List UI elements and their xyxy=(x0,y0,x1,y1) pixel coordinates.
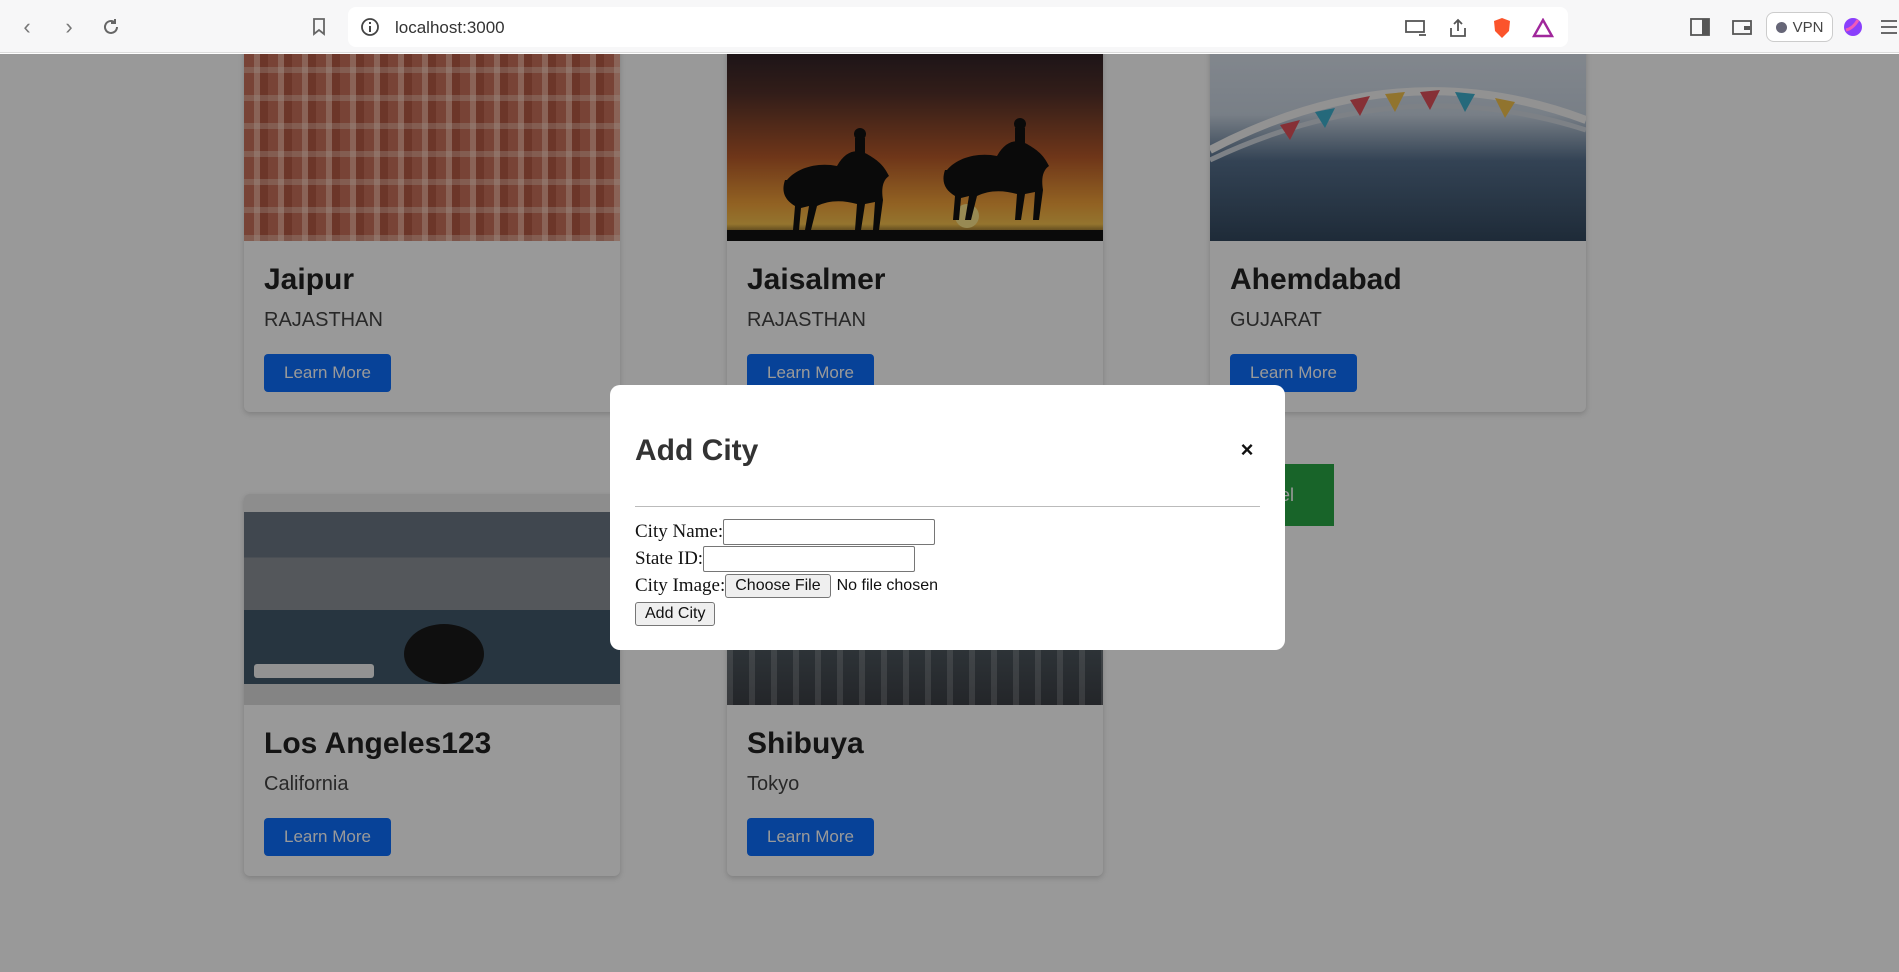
modal-title: Add City xyxy=(635,434,759,467)
bookmark-icon[interactable] xyxy=(304,12,334,42)
file-status: No file chosen xyxy=(836,576,938,594)
add-city-form: City Name: State ID: City Image: Choose … xyxy=(635,518,938,626)
add-city-modal: Add City × City Name: State ID: City Ima… xyxy=(610,385,1285,650)
url-text: localhost:3000 xyxy=(395,18,505,37)
vpn-label: VPN xyxy=(1792,18,1824,36)
share-icon[interactable] xyxy=(1445,15,1471,41)
wallet-icon[interactable] xyxy=(1727,12,1757,42)
site-info-icon[interactable] xyxy=(360,17,380,37)
reload-icon[interactable] xyxy=(96,12,126,42)
choose-file-button[interactable]: Choose File xyxy=(725,573,831,598)
leo-ai-icon[interactable] xyxy=(1838,12,1868,42)
vpn-button[interactable]: VPN xyxy=(1766,12,1833,42)
address-bar[interactable]: localhost:3000 xyxy=(348,7,1568,47)
forward-icon[interactable]: › xyxy=(54,12,84,42)
city-image-label: City Image: xyxy=(635,574,726,596)
brave-rewards-icon[interactable] xyxy=(1530,15,1556,41)
add-city-submit-button[interactable]: Add City xyxy=(635,601,716,626)
close-icon[interactable]: × xyxy=(1234,437,1260,463)
state-id-input[interactable] xyxy=(703,545,916,572)
browser-toolbar: ‹ › localhost:3000 VPN xyxy=(0,0,1899,53)
state-id-label: State ID: xyxy=(635,547,704,569)
modal-divider xyxy=(635,506,1260,507)
vpn-status-icon xyxy=(1775,21,1787,33)
cast-icon[interactable] xyxy=(1403,15,1429,41)
sidebar-icon[interactable] xyxy=(1685,12,1715,42)
city-name-input[interactable] xyxy=(723,518,936,545)
menu-icon[interactable] xyxy=(1874,12,1899,42)
back-icon[interactable]: ‹ xyxy=(12,12,42,42)
brave-shield-icon[interactable] xyxy=(1489,15,1515,41)
city-name-label: City Name: xyxy=(635,520,724,542)
